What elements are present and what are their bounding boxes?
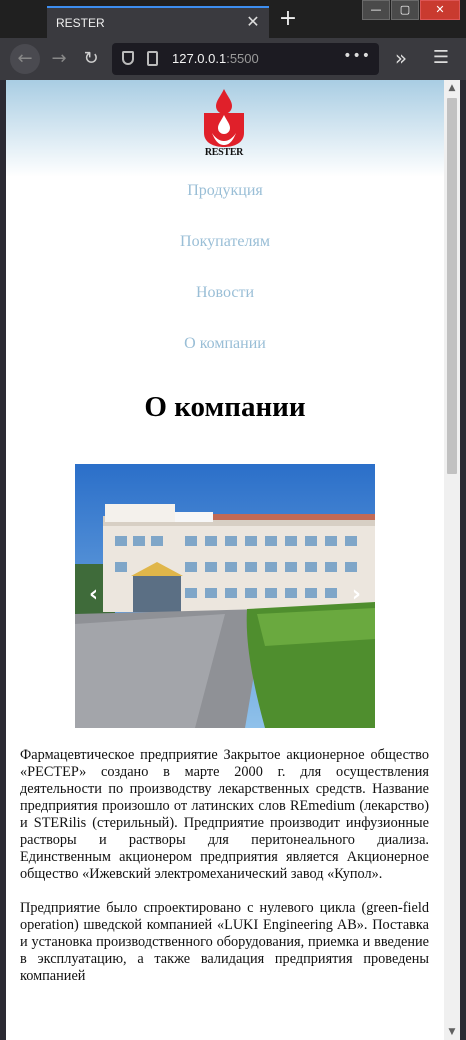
overflow-chevron-icon[interactable]: » [388, 44, 414, 74]
window-frame [460, 80, 466, 1040]
address-bar[interactable]: 127.0.0.1:5500 ••• [112, 43, 379, 75]
page-icon[interactable] [147, 51, 158, 66]
shield-icon[interactable] [122, 51, 134, 65]
logo-text: RESTER [204, 147, 244, 158]
minimize-icon[interactable]: — [362, 0, 390, 20]
url-port: :5500 [226, 51, 259, 66]
tab-title: RESTER [56, 16, 105, 30]
nav-link-about[interactable]: О компании [184, 335, 266, 352]
nav-item-about: О компании [6, 330, 444, 381]
scroll-thumb[interactable] [447, 98, 457, 474]
main-nav: Продукция Покупателям Новости О компании [6, 177, 444, 381]
nav-item-customers: Покупателям [6, 228, 444, 279]
url-text[interactable]: 127.0.0.1:5500 [172, 51, 259, 66]
nav-item-products: Продукция [6, 177, 444, 228]
building-photo [75, 464, 375, 728]
browser-toolbar: ← → ↻ 127.0.0.1:5500 ••• » ☰ [0, 38, 466, 80]
rester-logo[interactable]: RESTER [202, 89, 246, 161]
tab-close-icon[interactable]: ✕ [243, 12, 263, 32]
browser-tab[interactable]: RESTER ✕ [47, 6, 269, 38]
page-viewport: RESTER Продукция Покупателям Новости О к… [6, 80, 444, 1040]
nav-item-news: Новости [6, 279, 444, 330]
page-actions-icon[interactable]: ••• [343, 48, 371, 64]
nav-link-news[interactable]: Новости [196, 284, 254, 301]
photo-carousel[interactable]: ‹ › [75, 464, 375, 728]
url-host: 127.0.0.1 [172, 51, 227, 66]
nav-link-products[interactable]: Продукция [187, 182, 263, 199]
scroll-down-arrow-icon[interactable]: ▼ [444, 1024, 460, 1040]
nav-link-customers[interactable]: Покупателям [180, 233, 270, 250]
paragraph: Фармацевтическое предприятие Закрытое ак… [20, 747, 429, 882]
back-arrow-icon[interactable]: ← [10, 44, 40, 74]
forward-arrow-icon[interactable]: → [44, 44, 74, 74]
page-scrollbar[interactable]: ▲ ▼ [444, 80, 460, 1040]
carousel-prev-button[interactable]: ‹ [89, 582, 98, 607]
scroll-up-arrow-icon[interactable]: ▲ [444, 80, 460, 96]
carousel-next-button[interactable]: › [352, 582, 361, 607]
new-tab-icon[interactable]: + [276, 8, 300, 32]
window-close-icon[interactable]: ✕ [420, 0, 460, 20]
browser-titlebar: RESTER ✕ + — ▢ ✕ [0, 0, 466, 38]
paragraph: Предприятие было спроектировано с нулево… [20, 900, 429, 984]
site-header: RESTER [6, 80, 444, 177]
hamburger-menu-icon[interactable]: ☰ [428, 44, 454, 74]
about-text: Фармацевтическое предприятие Закрытое ак… [20, 747, 429, 1002]
reload-icon[interactable]: ↻ [76, 44, 106, 74]
page-title: О компании [144, 391, 306, 423]
window-controls: — ▢ ✕ [361, 0, 460, 22]
maximize-icon[interactable]: ▢ [391, 0, 419, 20]
